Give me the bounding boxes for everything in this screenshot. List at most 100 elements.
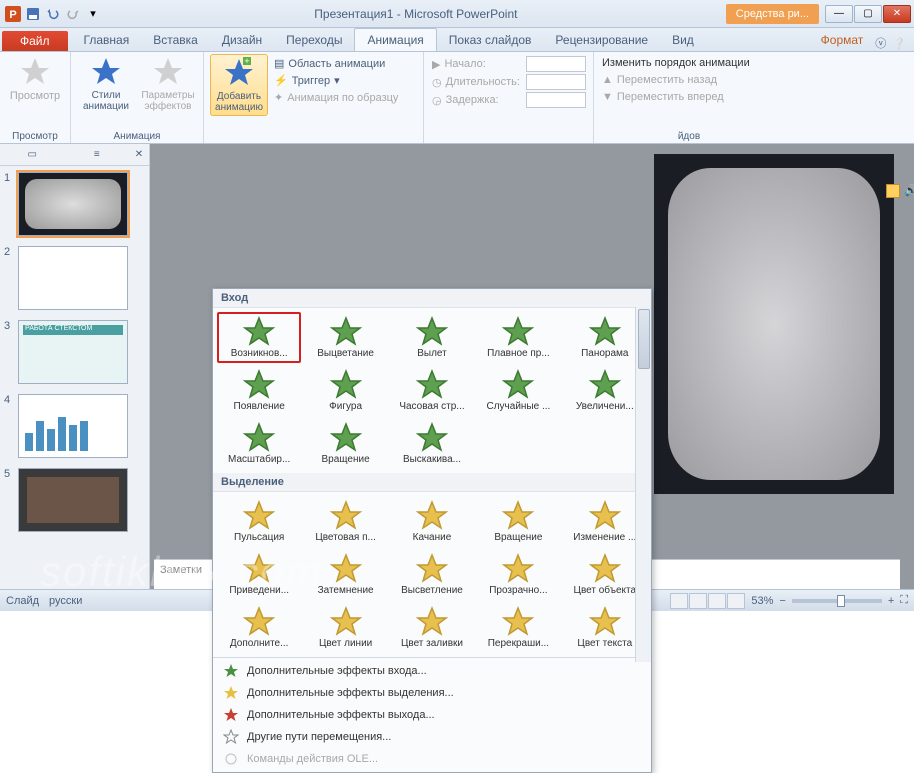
emphasis-effect[interactable]: Прозрачно... [476,549,560,600]
emphasis-effect[interactable]: Вращение [476,496,560,547]
move-later-button[interactable]: ▼Переместить вперед [600,90,726,104]
fit-window-button[interactable]: ⛶ [900,594,908,607]
entrance-effect[interactable]: Фигура [303,365,387,416]
maximize-button[interactable]: ▢ [854,5,882,23]
tab-transitions[interactable]: Переходы [274,29,354,51]
entrance-effect[interactable]: Выскакива... [390,418,474,469]
move-earlier-button[interactable]: ▲Переместить назад [600,73,719,87]
zoom-in-button[interactable]: + [888,595,894,607]
effect-options-button[interactable]: Параметры эффектов [139,54,197,114]
emphasis-effect[interactable]: Пульсация [217,496,301,547]
trigger-button[interactable]: ⚡Триггер ▾ [272,73,400,88]
emphasis-effect[interactable]: Цвет заливки [390,602,474,653]
more-emphasis-effects[interactable]: Дополнительные эффекты выделения... [217,682,647,704]
minimize-button[interactable]: — [825,5,853,23]
tab-home[interactable]: Главная [72,29,142,51]
undo-icon[interactable] [44,5,62,23]
emphasis-effect[interactable]: Перекраши... [476,602,560,653]
delay-field[interactable] [526,92,586,108]
thumbnails-close[interactable]: ✕ [129,144,149,165]
speaker-icon[interactable]: 🔊 [904,184,914,200]
help-icon[interactable]: ❔ [892,37,906,50]
emphasis-effect[interactable]: Цвет линии [303,602,387,653]
tab-format[interactable]: Формат [809,29,876,51]
emphasis-effect[interactable]: Дополните... [217,602,301,653]
star-icon [330,422,362,454]
minimize-ribbon-icon[interactable]: ⓥ [875,35,886,51]
gallery-scrollbar[interactable] [635,307,651,662]
reorder-header: Изменить порядок анимации [600,56,752,70]
star-icon [589,500,621,532]
slide-thumbnail[interactable]: 1 [4,172,145,236]
redo-icon[interactable] [64,5,82,23]
animation-pane-button[interactable]: ▤Область анимации [272,56,400,71]
slide-thumbnail[interactable]: 3РАБОТА СТЕКСТОМ [4,320,145,384]
slide-thumbnails-pane: ▭ ≡ ✕ 1 2 3РАБОТА СТЕКСТОМ 4 5 [0,144,150,589]
notes-placeholder: Заметки [160,564,202,576]
zoom-slider[interactable] [792,599,882,603]
sorter-view-button[interactable] [689,593,707,609]
reading-view-button[interactable] [708,593,726,609]
star-icon [502,553,534,585]
tab-design[interactable]: Дизайн [210,29,274,51]
entrance-effect[interactable]: Часовая стр... [390,365,474,416]
entrance-effect[interactable]: Вращение [303,418,387,469]
tab-review[interactable]: Рецензирование [543,29,660,51]
close-button[interactable]: ✕ [883,5,911,23]
entrance-effect[interactable]: Возникнов... [217,312,301,363]
animation-styles-button[interactable]: Стили анимации [77,54,135,114]
star-icon [243,369,275,401]
current-slide[interactable]: 🔊 [654,154,894,494]
entrance-effect[interactable]: Выцветание [303,312,387,363]
thumbnails-tab-outline[interactable]: ≡ [65,144,130,165]
slide-thumbnail[interactable]: 2 [4,246,145,310]
group-reorder: Изменить порядок анимации ▲Переместить н… [594,52,784,143]
preview-button[interactable]: Просмотр [6,54,64,104]
zoom-out-button[interactable]: − [779,595,785,607]
emphasis-effect[interactable]: Высветление [390,549,474,600]
entrance-effect[interactable]: Появление [217,365,301,416]
animation-styles-label: Стили анимации [79,90,133,112]
thumbnails-tab-slides[interactable]: ▭ [0,144,65,165]
file-tab[interactable]: Файл [2,31,68,51]
star-icon [589,369,621,401]
more-motion-paths[interactable]: Другие пути перемещения... [217,726,647,748]
star-icon [243,422,275,454]
entrance-effect[interactable]: Случайные ... [476,365,560,416]
entrance-effect[interactable]: Масштабир... [217,418,301,469]
star-icon [416,316,448,348]
tab-insert[interactable]: Вставка [141,29,210,51]
save-icon[interactable] [24,5,42,23]
tab-view[interactable]: Вид [660,29,706,51]
entrance-effect[interactable]: Вылет [390,312,474,363]
emphasis-effect[interactable]: Приведени... [217,549,301,600]
workspace: ▭ ≡ ✕ 123РАБОТА СТЕКСТОМ45 🔊 Заметки Вхо… [0,144,914,589]
emphasis-effect[interactable]: Цветовая п... [303,496,387,547]
star-icon [330,553,362,585]
animation-painter-button[interactable]: ✦Анимация по образцу [272,90,400,105]
more-entrance-effects[interactable]: Дополнительные эффекты входа... [217,660,647,682]
ribbon: Просмотр Просмотр Стили анимации Парамет… [0,52,914,144]
star-icon [502,316,534,348]
start-field[interactable] [526,56,586,72]
more-exit-effects[interactable]: Дополнительные эффекты выхода... [217,704,647,726]
effect-options-label: Параметры эффектов [141,90,195,112]
svg-text:P: P [9,9,16,21]
normal-view-button[interactable] [670,593,688,609]
add-animation-button[interactable]: + Добавить анимацию [210,54,268,116]
slide-thumbnail[interactable]: 5 [4,468,145,532]
star-icon [243,316,275,348]
slideshow-view-button[interactable] [727,593,745,609]
animation-tag-icon[interactable] [886,184,900,198]
tab-animations[interactable]: Анимация [354,28,436,51]
entrance-effect[interactable]: Плавное пр... [476,312,560,363]
qat-dropdown-icon[interactable]: ▾ [84,5,102,23]
preview-label: Просмотр [10,90,60,102]
zoom-value[interactable]: 53% [751,595,773,607]
emphasis-effect[interactable]: Затемнение [303,549,387,600]
duration-field[interactable] [526,74,586,90]
emphasis-effect[interactable]: Качание [390,496,474,547]
star-icon [330,606,362,638]
tab-slideshow[interactable]: Показ слайдов [437,29,544,51]
slide-thumbnail[interactable]: 4 [4,394,145,458]
